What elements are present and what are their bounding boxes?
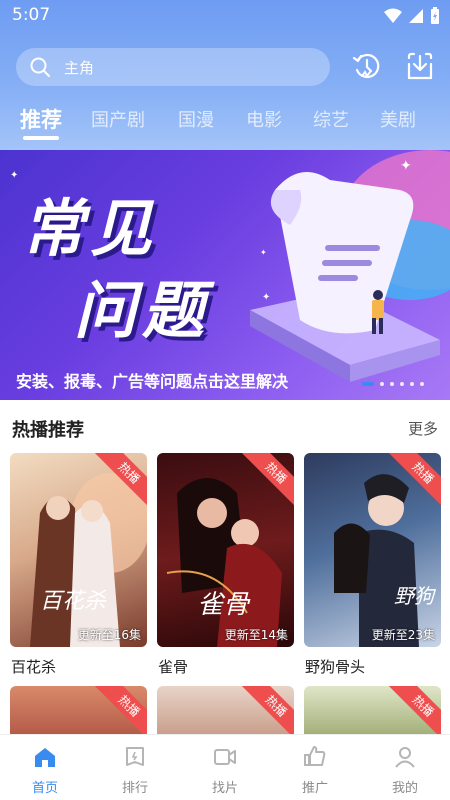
nav-item-home[interactable]: 首页 [0,735,90,800]
history-icon[interactable] [352,50,382,82]
nav-label: 我的 [391,781,418,796]
active-tab-indicator [23,136,59,140]
nav-label: 推广 [301,781,328,796]
search-icon [30,57,50,77]
tab-movie[interactable]: 电影 [246,106,282,132]
banner-subtitle: 安装、报毒、广告等问题点击这里解决 [16,372,289,391]
nav-item-promote[interactable]: 推广 [270,735,360,800]
wifi-icon [384,8,402,23]
poster-card[interactable]: 热播 [157,686,294,734]
status-time: 5:07 [12,5,51,25]
carousel-dot [362,382,374,386]
tab-variety[interactable]: 综艺 [313,106,349,132]
search-input[interactable]: 主角 [16,48,330,86]
faq-banner[interactable]: ✦ ✦ ✦ ✦ 常见 问题 安装、报毒、广告等问题点击这里解决 [0,150,450,400]
home-icon [35,748,55,767]
hot-badge: 热播 [387,686,441,734]
nav-label: 首页 [31,781,58,796]
section-title: 热播推荐 [12,420,84,441]
hot-badge: 热播 [93,686,147,734]
signal-icon [409,9,423,23]
nav-item-profile[interactable]: 我的 [360,735,450,800]
card-title[interactable]: 雀骨 [158,656,188,677]
svg-text:百花杀: 百花杀 [40,589,107,614]
carousel-dot [400,382,404,386]
episode-progress: 更新至16集 [77,628,141,642]
svg-text:✦: ✦ [400,158,412,174]
status-bar: 5:07 [0,0,450,32]
user-icon [395,747,415,768]
carousel-dot [380,382,384,386]
episode-progress: 更新至14集 [224,628,288,642]
episode-progress: 更新至23集 [371,628,435,642]
carousel-indicator [362,382,424,386]
carousel-dot [390,382,394,386]
banner-title-line2: 问题 [74,274,211,347]
nav-label: 排行 [121,781,148,796]
tab-us-drama[interactable]: 美剧 [380,106,416,132]
tab-chinese-anime[interactable]: 国漫 [178,106,214,132]
more-link[interactable]: 更多 [408,418,438,439]
hot-badge: 热播 [240,686,294,734]
poster-card[interactable]: 热播 [304,686,441,734]
card-title[interactable]: 百花杀 [11,656,56,677]
carousel-dot [420,382,424,386]
nav-item-find[interactable]: 找片 [180,735,270,800]
card-title[interactable]: 野狗骨头 [305,656,365,677]
svg-text:雀骨: 雀骨 [197,590,251,620]
ranking-icon [126,747,144,766]
thumbs-up-icon [304,746,326,766]
nav-label: 找片 [211,781,238,796]
poster-card-yegougutou[interactable]: 野狗 热播 更新至23集 [304,453,441,647]
svg-text:✦: ✦ [262,292,270,303]
tab-recommend[interactable]: 推荐 [20,104,62,134]
bottom-navigation: 首页 排行 找片 推广 我的 [0,734,450,800]
battery-icon [431,7,439,24]
tab-domestic-drama[interactable]: 国产剧 [91,106,145,132]
nav-item-ranking[interactable]: 排行 [90,735,180,800]
banner-title-line1: 常见 [22,192,159,265]
video-camera-icon [214,749,236,765]
svg-text:✦: ✦ [260,248,267,257]
poster-card[interactable]: 热播 [10,686,147,734]
poster-card-quegu[interactable]: 雀骨 热播 更新至14集 [157,453,294,647]
category-tabs: 推荐 国产剧 国漫 电影 综艺 美剧 [0,100,450,146]
carousel-dot [410,382,414,386]
poster-card-baihuasha[interactable]: 百花杀 热播 更新至16集 [10,453,147,647]
app-header: 5:07 主角 推荐 国产剧 国漫 电影 综艺 美剧 [0,0,450,150]
search-placeholder: 主角 [64,58,95,77]
svg-text:野狗: 野狗 [394,584,437,608]
status-icons [384,7,440,25]
download-icon[interactable] [405,50,435,82]
svg-text:✦: ✦ [10,170,18,181]
